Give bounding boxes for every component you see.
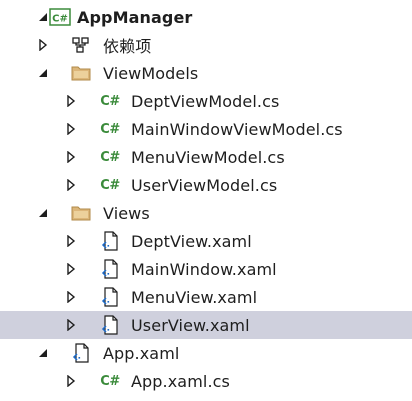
- xaml-file-icon: [70, 339, 92, 367]
- tree-item-xaml-file-selected[interactable]: UserView.xaml: [0, 311, 412, 339]
- tree-item-project[interactable]: C# AppManager: [0, 3, 412, 31]
- project-icon-text: C#: [52, 14, 68, 25]
- collapsed-arrow-icon[interactable]: [64, 255, 78, 283]
- tree-item-cs-file[interactable]: C# MenuViewModel.cs: [0, 143, 412, 171]
- tree-item-cs-file[interactable]: C# UserViewModel.cs: [0, 171, 412, 199]
- collapsed-arrow-icon[interactable]: [64, 143, 78, 171]
- expanded-arrow-icon[interactable]: [36, 339, 50, 367]
- xaml-file-icon: [99, 283, 121, 311]
- file-label: MainWindow.xaml: [131, 259, 277, 279]
- folder-icon: [70, 59, 92, 87]
- csharp-file-icon: C#: [100, 177, 120, 193]
- csharp-file-icon: C#: [100, 149, 120, 165]
- tree-item-xaml-file[interactable]: DeptView.xaml: [0, 227, 412, 255]
- file-label: DeptView.xaml: [131, 231, 252, 251]
- file-label: DeptViewModel.cs: [131, 91, 280, 111]
- file-label: MainWindowViewModel.cs: [131, 119, 343, 139]
- dependencies-icon: [70, 31, 92, 59]
- file-label: UserViewModel.cs: [131, 175, 278, 195]
- tree-item-cs-file[interactable]: C# DeptViewModel.cs: [0, 87, 412, 115]
- solution-explorer-tree: C# AppManager 依赖项 ViewModels C# DeptView…: [0, 0, 412, 401]
- csharp-project-icon: C#: [48, 3, 72, 31]
- project-label: AppManager: [77, 7, 193, 27]
- folder-label: Views: [103, 203, 150, 223]
- expanded-arrow-icon[interactable]: [36, 199, 50, 227]
- csharp-file-icon: C#: [100, 93, 120, 109]
- xaml-file-icon: [99, 227, 121, 255]
- tree-item-cs-file[interactable]: C# App.xaml.cs: [0, 367, 412, 395]
- csharp-file-icon: C#: [100, 121, 120, 137]
- tree-item-cs-file[interactable]: C# MainWindowViewModel.cs: [0, 115, 412, 143]
- xaml-file-icon: [99, 311, 121, 339]
- collapsed-arrow-icon[interactable]: [64, 283, 78, 311]
- file-label: MenuViewModel.cs: [131, 147, 285, 167]
- file-label: App.xaml: [103, 343, 180, 363]
- tree-item-xaml-file[interactable]: MenuView.xaml: [0, 283, 412, 311]
- tree-item-folder-views[interactable]: Views: [0, 199, 412, 227]
- tree-item-xaml-file[interactable]: MainWindow.xaml: [0, 255, 412, 283]
- folder-icon: [70, 199, 92, 227]
- csharp-file-icon: C#: [100, 373, 120, 389]
- collapsed-arrow-icon[interactable]: [64, 367, 78, 395]
- folder-label: ViewModels: [103, 63, 199, 83]
- collapsed-arrow-icon[interactable]: [64, 227, 78, 255]
- collapsed-arrow-icon[interactable]: [64, 87, 78, 115]
- tree-item-app-xaml[interactable]: App.xaml: [0, 339, 412, 367]
- tree-item-dependencies[interactable]: 依赖项: [0, 31, 412, 59]
- dependencies-label: 依赖项: [103, 37, 152, 56]
- collapsed-arrow-icon[interactable]: [64, 115, 78, 143]
- collapsed-arrow-icon[interactable]: [36, 31, 50, 59]
- file-label: App.xaml.cs: [131, 371, 230, 391]
- expanded-arrow-icon[interactable]: [36, 59, 50, 87]
- tree-item-folder-viewmodels[interactable]: ViewModels: [0, 59, 412, 87]
- file-label: MenuView.xaml: [131, 287, 258, 307]
- xaml-file-icon: [99, 255, 121, 283]
- collapsed-arrow-icon[interactable]: [64, 171, 78, 199]
- collapsed-arrow-icon[interactable]: [64, 311, 78, 339]
- file-label: UserView.xaml: [131, 315, 250, 335]
